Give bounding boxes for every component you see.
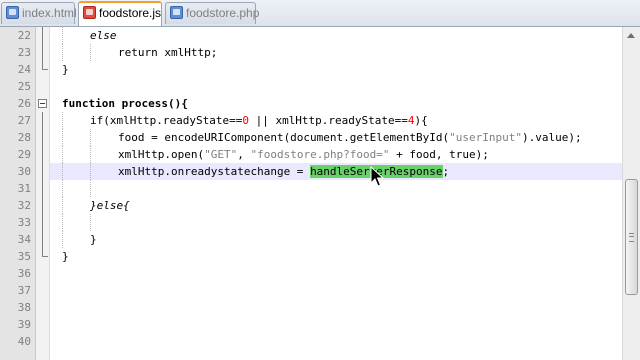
- indent-guide: [90, 146, 91, 163]
- code-line[interactable]: 25: [0, 78, 622, 95]
- grip-icon: [629, 233, 634, 242]
- fold-guide: [42, 146, 43, 163]
- code-line[interactable]: 35 }: [0, 248, 622, 265]
- line-number: 30: [17, 165, 31, 178]
- code-line[interactable]: 39: [0, 316, 622, 333]
- code-line[interactable]: 34 }: [0, 231, 622, 248]
- indent-guide: [62, 231, 63, 248]
- line-number: 31: [17, 182, 31, 195]
- code-text: function process(){: [62, 97, 188, 110]
- line-number: 35: [17, 250, 31, 263]
- indent-guide: [90, 44, 91, 61]
- code-text: }else{: [90, 199, 130, 212]
- indent-guide: [62, 180, 63, 197]
- disk-red-icon: [83, 6, 96, 19]
- code-editor[interactable]: 22 else 23 return xmlHttp; 24 } 25 26 fu…: [0, 27, 622, 360]
- vertical-scrollbar[interactable]: [622, 27, 640, 360]
- tab-label: foodstore.php: [186, 6, 260, 20]
- fold-guide: [42, 214, 43, 231]
- fold-guide: [42, 129, 43, 146]
- code-text: }: [62, 250, 69, 263]
- fold-guide: [42, 163, 43, 180]
- code-line[interactable]: 27 if(xmlHttp.readyState==0 || xmlHttp.r…: [0, 112, 622, 129]
- line-number: 33: [17, 216, 31, 229]
- indent-guide: [90, 214, 91, 231]
- indent-guide: [62, 214, 63, 231]
- line-number: 36: [17, 267, 31, 280]
- code-line[interactable]: 23 return xmlHttp;: [0, 44, 622, 61]
- fold-guide: [42, 231, 43, 248]
- indent-guide: [62, 146, 63, 163]
- code-line[interactable]: 28 food = encodeURIComponent(document.ge…: [0, 129, 622, 146]
- tab-foodstore-php[interactable]: foodstore.php: [165, 2, 260, 24]
- line-number: 37: [17, 284, 31, 297]
- line-number: 27: [17, 114, 31, 127]
- code-line[interactable]: 38: [0, 299, 622, 316]
- tab-index-html[interactable]: index.html: [1, 2, 77, 24]
- code-text: xmlHttp.open("GET", "foodstore.php?food=…: [118, 148, 489, 161]
- line-number: 38: [17, 301, 31, 314]
- line-number: 23: [17, 46, 31, 59]
- disk-blue-icon: [170, 6, 183, 19]
- scroll-up-arrow-icon[interactable]: [627, 33, 635, 38]
- code-line[interactable]: 24 }: [0, 61, 622, 78]
- line-number: 32: [17, 199, 31, 212]
- indent-guide: [62, 197, 63, 214]
- scrollbar-thumb[interactable]: [625, 179, 638, 295]
- code-text: else: [90, 29, 117, 42]
- tab-foodstore-js[interactable]: foodstore.js: [78, 1, 162, 26]
- indent-guide: [62, 112, 63, 129]
- line-number: 22: [17, 29, 31, 42]
- indent-guide: [90, 129, 91, 146]
- code-text: food = encodeURIComponent(document.getEl…: [118, 131, 582, 144]
- tab-bar: index.html foodstore.js foodstore.php: [0, 0, 640, 27]
- indent-guide: [62, 44, 63, 61]
- line-number: 40: [17, 335, 31, 348]
- code-line[interactable]: 36: [0, 265, 622, 282]
- fold-guide: [42, 27, 43, 44]
- code-text: xmlHttp.onreadystatechange = handleServe…: [118, 165, 450, 178]
- code-line[interactable]: 26 function process(){: [0, 95, 622, 112]
- code-text: if(xmlHttp.readyState==0 || xmlHttp.read…: [90, 114, 428, 127]
- fold-guide: [42, 44, 43, 61]
- line-number: 26: [17, 97, 31, 110]
- line-number: 29: [17, 148, 31, 161]
- fold-guide: [42, 112, 43, 129]
- indent-guide: [90, 180, 91, 197]
- indent-guide: [90, 163, 91, 180]
- line-number: 25: [17, 80, 31, 93]
- indent-guide: [62, 163, 63, 180]
- fold-toggle-icon[interactable]: [38, 99, 47, 108]
- line-number: 39: [17, 318, 31, 331]
- line-number: 28: [17, 131, 31, 144]
- code-line[interactable]: 33: [0, 214, 622, 231]
- code-line[interactable]: 40: [0, 333, 622, 350]
- fold-guide: [42, 180, 43, 197]
- tab-label: foodstore.js: [99, 6, 162, 20]
- fold-end-marker: [42, 61, 48, 70]
- code-line[interactable]: 37: [0, 282, 622, 299]
- code-line-current[interactable]: 30 xmlHttp.onreadystatechange = handleSe…: [0, 163, 622, 180]
- fold-guide: [42, 197, 43, 214]
- line-number: 24: [17, 63, 31, 76]
- fold-end-marker: [42, 248, 48, 257]
- code-text: return xmlHttp;: [118, 46, 218, 59]
- line-number: 34: [17, 233, 31, 246]
- code-text: }: [62, 63, 69, 76]
- code-text: }: [90, 233, 97, 246]
- tab-label: index.html: [22, 6, 77, 20]
- code-line[interactable]: 32 }else{: [0, 197, 622, 214]
- arrow-pointer-icon: [370, 166, 385, 187]
- disk-blue-icon: [6, 6, 19, 19]
- code-line[interactable]: 22 else: [0, 27, 622, 44]
- indent-guide: [62, 27, 63, 44]
- indent-guide: [62, 129, 63, 146]
- code-line[interactable]: 31: [0, 180, 622, 197]
- code-line[interactable]: 29 xmlHttp.open("GET", "foodstore.php?fo…: [0, 146, 622, 163]
